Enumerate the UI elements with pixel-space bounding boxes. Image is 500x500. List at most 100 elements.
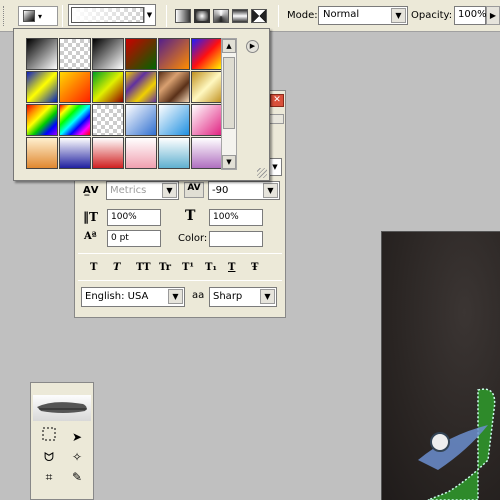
diamond-gradient-button[interactable] [251,9,267,23]
mode-value: Normal [323,9,360,20]
crop-tool-icon[interactable]: ⌗ [37,467,61,487]
gradient-swatch[interactable] [26,104,58,136]
separator [278,5,279,27]
faux-bold-button[interactable]: T [90,262,113,273]
tracking-select[interactable]: -90 ▼ [208,181,280,200]
gradient-picker[interactable]: ▼ [68,4,156,26]
gradient-swatch-grid [26,38,223,170]
gradient-swatch[interactable] [191,137,223,169]
vertical-scale-input[interactable]: 100% [107,209,161,226]
gradient-swatch[interactable] [92,104,124,136]
mode-select[interactable]: Normal ▼ [318,6,408,25]
tracking-value: -90 [212,185,229,196]
popup-scrollbar[interactable]: ▲ ▼ [221,38,237,170]
tool-preset-picker[interactable]: ▾ [18,6,58,26]
feather-icon [37,402,87,413]
gradient-swatch[interactable] [191,104,223,136]
slice-tool-icon[interactable]: ✎ [65,467,89,487]
tracking-icon: AV [184,182,204,198]
chevron-down-icon: ▾ [38,11,43,21]
chevron-down-icon[interactable]: ▼ [144,7,154,23]
gradient-swatch[interactable] [158,71,190,103]
separator [62,5,63,27]
divider [78,280,282,281]
antialias-select[interactable]: Sharp ▼ [209,287,277,307]
toolbox-header[interactable] [33,395,91,421]
angle-gradient-button[interactable] [213,9,229,23]
opacity-dropdown-arrow-icon[interactable]: ▶ [486,6,500,25]
scroll-up-icon[interactable]: ▲ [222,39,236,53]
reflected-gradient-button[interactable] [232,9,248,23]
gradient-swatch[interactable] [26,137,58,169]
gradient-swatch[interactable] [125,104,157,136]
scroll-thumb[interactable] [223,57,235,129]
panel-menu-icon[interactable] [268,114,284,124]
resize-grip-icon[interactable] [257,168,267,178]
type-style-buttons: T T TT Tr T¹ T₁ T Ŧ [90,262,274,273]
marquee-tool-icon[interactable] [37,427,61,447]
opacity-label: Opacity: [411,10,453,21]
chevron-down-icon[interactable]: ▼ [391,8,406,23]
small-caps-button[interactable]: Tr [159,262,182,273]
gradient-swatch[interactable] [59,38,91,70]
baseline-shift-input[interactable]: 0 pt [107,230,161,247]
divider [78,253,282,254]
all-caps-button[interactable]: TT [136,262,159,273]
gradient-picker-popup: ▲ ▼ ▶ [13,28,270,181]
chevron-down-icon[interactable]: ▼ [260,289,275,304]
strikethrough-button[interactable]: Ŧ [251,262,274,273]
faux-italic-button[interactable]: T [113,262,136,273]
underline-button[interactable]: T [228,262,251,273]
color-swatch[interactable] [209,231,263,247]
popup-menu-icon[interactable]: ▶ [246,40,259,53]
radial-gradient-button[interactable] [194,9,210,23]
language-select[interactable]: English: USA ▼ [81,287,185,307]
antialias-value: Sharp [213,291,243,302]
gradient-swatch[interactable] [191,38,223,70]
gradient-swatch[interactable] [158,137,190,169]
horizontal-scale-input[interactable]: 100% [209,209,263,226]
chevron-down-icon[interactable]: ▼ [268,158,282,176]
mode-label: Mode: [287,10,318,21]
kerning-value: Metrics [110,185,147,196]
superscript-button[interactable]: T¹ [182,262,205,273]
gradient-swatch[interactable] [191,71,223,103]
gradient-swatch[interactable] [26,71,58,103]
watermark-logo [418,388,496,500]
opacity-input[interactable]: 100% [454,6,487,25]
gradient-swatch[interactable] [158,38,190,70]
language-value: English: USA [85,291,149,302]
color-label: Color: [178,233,208,244]
horizontal-scale-icon: T [185,208,196,224]
gradient-swatch[interactable] [59,104,91,136]
subscript-button[interactable]: T₁ [205,262,228,273]
lasso-tool-icon[interactable]: ᗢ [37,447,61,467]
close-icon[interactable]: ✕ [270,94,284,107]
gradient-preview[interactable] [71,7,144,23]
gradient-swatch[interactable] [125,137,157,169]
gradient-swatch[interactable] [158,104,190,136]
gradient-swatch[interactable] [92,38,124,70]
antialias-icon: aa [192,290,205,301]
gradient-swatch[interactable] [92,137,124,169]
gradient-swatch[interactable] [125,38,157,70]
gradient-tool-icon [23,10,35,22]
kerning-icon: A̲V [83,185,99,196]
move-tool-icon[interactable]: ➤ [65,427,89,447]
baseline-shift-icon: Aª [84,231,97,242]
toolbox-panel: ➤ ᗢ ✧ ⌗ ✎ [30,382,94,500]
options-bar-grip[interactable] [3,6,6,26]
chevron-down-icon[interactable]: ▼ [263,183,278,198]
linear-gradient-button[interactable] [175,9,191,23]
scroll-down-icon[interactable]: ▼ [222,155,236,169]
gradient-swatch[interactable] [92,71,124,103]
chevron-down-icon[interactable]: ▼ [162,183,177,198]
chevron-down-icon[interactable]: ▼ [168,289,183,304]
gradient-swatch[interactable] [26,38,58,70]
magic-wand-icon[interactable]: ✧ [65,447,89,467]
gradient-swatch[interactable] [59,137,91,169]
vertical-scale-icon: ‖T [83,210,98,224]
gradient-swatch[interactable] [59,71,91,103]
gradient-swatch[interactable] [125,71,157,103]
kerning-select[interactable]: Metrics ▼ [106,181,179,200]
